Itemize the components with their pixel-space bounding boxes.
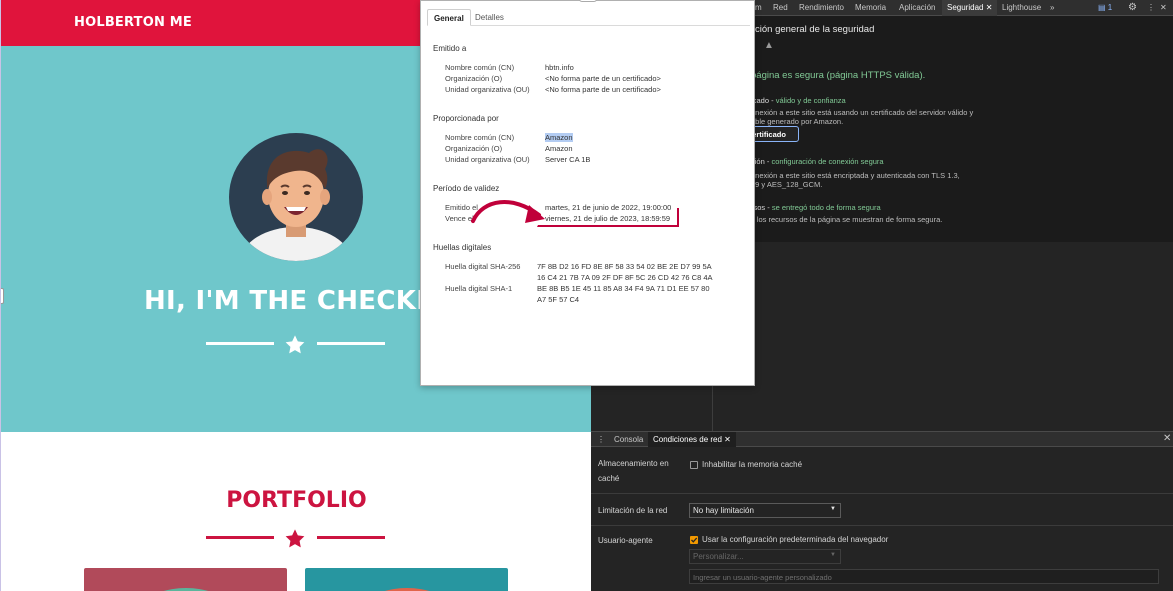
sha1-value: BE 8B B5 1E 45 11 85 A8 34 F4 9A 71 D1 E…	[537, 284, 710, 304]
security-summary: página es segura (página HTTPS válida).	[751, 70, 926, 81]
divider-line-left	[206, 342, 274, 345]
disable-cache-checkbox[interactable]	[690, 461, 698, 469]
expiry-date-label: Vence el	[445, 214, 474, 223]
tab-memoria[interactable]: Memoria	[855, 3, 886, 12]
avatar	[229, 133, 363, 261]
issued-by-cn: Amazon	[545, 133, 573, 142]
divider-line-right	[317, 342, 385, 345]
issued-to-cn: hbtn.info	[545, 63, 574, 72]
divider	[591, 525, 1173, 526]
issued-by-ou-label: Unidad organizativa (OU)	[445, 155, 530, 164]
more-tabs-icon[interactable]: »	[1050, 3, 1054, 12]
throttle-value: No hay limitación	[693, 506, 754, 515]
caret-down-icon: ▼	[830, 552, 836, 558]
issued-to-ou: <No forma parte de un certificado>	[545, 85, 661, 94]
sha256-value: 7F 8B D2 16 FD 8E 8F 58 33 54 02 BE 2E D…	[537, 262, 713, 282]
security-header: ción general de la seguridad	[755, 24, 875, 35]
tab-aplicacion[interactable]: Aplicación	[899, 3, 935, 12]
user-agent-select-value: Personalizar...	[693, 552, 744, 561]
resize-handle[interactable]	[1, 288, 4, 304]
certificate-description: onexión a este sitio está usando un cert…	[751, 108, 974, 126]
portfolio-divider-right	[317, 536, 385, 539]
portfolio-divider-left	[206, 536, 274, 539]
issued-by-cn-label: Nombre común (CN)	[445, 133, 515, 142]
sha1-label: Huella digital SHA-1	[445, 284, 513, 293]
hero-title: HI, I'M THE CHECKE	[144, 286, 435, 316]
tab-seguridad[interactable]: Seguridad ✕	[942, 0, 998, 16]
tab-partial[interactable]: m	[755, 3, 762, 12]
validity-heading: Período de validez	[433, 184, 500, 193]
default-user-agent-label: Usar la configuración predeterminada del…	[702, 535, 889, 544]
arrow-annotation-icon	[471, 200, 545, 223]
tab-lighthouse[interactable]: Lighthouse	[1002, 3, 1041, 12]
star-icon	[285, 335, 305, 354]
issued-by-heading: Proporcionada por	[433, 114, 499, 123]
sha256-label: Huella digital SHA-256	[445, 262, 521, 271]
message-icon: ▤	[1098, 3, 1106, 12]
tab-detalles[interactable]: Detalles	[469, 9, 510, 26]
dialog-handle	[579, 0, 597, 2]
issued-by-ou: Server CA 1B	[545, 155, 591, 164]
drawer-menu-icon[interactable]: ⋮	[597, 435, 605, 444]
cache-label: Almacenamiento en caché	[598, 459, 669, 483]
default-user-agent-checkbox[interactable]	[690, 536, 698, 544]
portfolio-title: PORTFOLIO	[226, 488, 367, 513]
tab-general[interactable]: General	[427, 9, 471, 26]
tab-condiciones-de-red[interactable]: Condiciones de red ✕	[648, 432, 736, 448]
portfolio-card[interactable]	[84, 568, 287, 591]
issued-by-o: Amazon	[545, 144, 573, 153]
connection-description: onexión a este sitio está encriptada y a…	[751, 171, 960, 189]
tab-rendimiento[interactable]: Rendimiento	[799, 3, 844, 12]
tab-seguridad-label: Seguridad	[947, 3, 984, 12]
certificate-title: ficado - válido y de confianza	[749, 96, 846, 105]
custom-user-agent-input[interactable]: Ingresar un usuario-agente personalizado	[689, 569, 1159, 584]
issued-to-o-label: Organización (O)	[445, 74, 503, 83]
issued-to-heading: Emitido a	[433, 44, 467, 53]
caret-down-icon: ▼	[830, 506, 836, 512]
user-agent-select: Personalizar... ▼	[689, 549, 841, 564]
issued-to-cn-label: Nombre común (CN)	[445, 63, 515, 72]
disable-cache-label: Inhabilitar la memoria caché	[702, 460, 803, 469]
issued-by-o-label: Organización (O)	[445, 144, 503, 153]
throttle-select[interactable]: No hay limitación ▼	[689, 503, 841, 518]
tab-red[interactable]: Red	[773, 3, 788, 12]
resources-description: s los recursos de la página se muestran …	[751, 215, 943, 224]
expiry-highlight-annotation	[537, 208, 679, 227]
gear-icon[interactable]: ⚙	[1128, 2, 1137, 13]
issued-to-o: <No forma parte de un certificado>	[545, 74, 661, 83]
issued-date-label: Emitido el	[445, 203, 478, 212]
issues-badge[interactable]: ▤ 1	[1098, 3, 1112, 12]
network-conditions-panel: Almacenamiento en caché Inhabilitar la me…	[591, 447, 1173, 591]
site-logo[interactable]: HOLBERTON ME	[74, 15, 192, 30]
divider	[591, 493, 1173, 494]
tab-consola[interactable]: Consola	[614, 435, 643, 444]
close-icon[interactable]: ✕	[986, 3, 993, 12]
issues-count: 1	[1107, 3, 1113, 12]
tab-condiciones-label: Condiciones de red	[653, 435, 722, 444]
kebab-menu-icon[interactable]: ⋮	[1147, 3, 1155, 12]
issued-to-ou-label: Unidad organizativa (OU)	[445, 85, 530, 94]
drawer-tabbar: ⋮ Consola Condiciones de red ✕ ✕	[591, 431, 1173, 448]
close-icon[interactable]: ✕	[724, 435, 731, 444]
portfolio-card[interactable]	[305, 568, 508, 591]
close-icon[interactable]: ✕	[1160, 3, 1167, 12]
star-icon	[285, 529, 305, 548]
resources-title: rsos - se entregó todo de forma segura	[751, 203, 881, 212]
close-drawer-icon[interactable]: ✕	[1163, 433, 1171, 444]
warning-icon: ▲	[764, 40, 774, 51]
certificate-tabbar: General Detalles	[427, 9, 750, 26]
user-agent-label: Usuario-agente	[598, 536, 653, 545]
connection-title: xión - configuración de conexión segura	[751, 157, 884, 166]
certificate-viewer-dialog: General Detalles Emitido a Nombre común …	[420, 0, 755, 386]
fingerprints-heading: Huellas digitales	[433, 243, 492, 252]
throttle-label: Limitación de la red	[598, 506, 668, 515]
